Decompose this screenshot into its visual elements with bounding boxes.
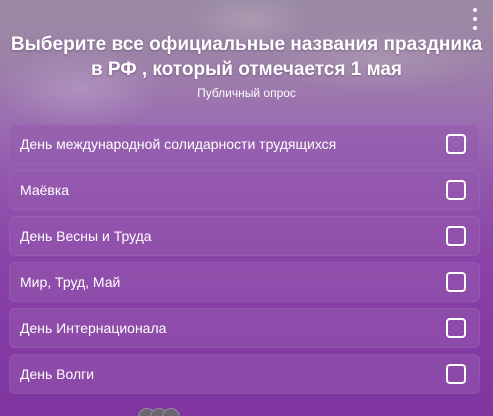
avatar <box>162 408 180 416</box>
poll-option-label: День Весны и Труда <box>20 228 152 244</box>
checkbox-empty-icon[interactable] <box>446 134 466 154</box>
poll-option[interactable]: День Интернационала <box>9 308 480 348</box>
poll-option[interactable]: Мир, Труд, Май <box>9 262 480 302</box>
menu-dot <box>473 17 477 21</box>
poll-option[interactable]: День Волги <box>9 354 480 394</box>
checkbox-empty-icon[interactable] <box>446 180 466 200</box>
checkbox-empty-icon[interactable] <box>446 318 466 338</box>
poll-option-label: День международной солидарности трудящих… <box>20 136 337 152</box>
poll-option-label: День Волги <box>20 366 95 382</box>
menu-dot <box>473 8 477 12</box>
poll-option[interactable]: День Весны и Труда <box>9 216 480 256</box>
poll-option[interactable]: Маёвка <box>9 170 480 210</box>
checkbox-empty-icon[interactable] <box>446 226 466 246</box>
poll-question: Выберите все официальные названия праздн… <box>10 34 483 80</box>
poll-option[interactable]: День международной солидарности трудящих… <box>9 124 480 164</box>
poll-options-list: День международной солидарности трудящих… <box>9 124 480 400</box>
poll-option-label: День Интернационала <box>20 320 167 336</box>
more-vertical-icon[interactable] <box>468 8 482 30</box>
voter-avatars <box>138 408 194 416</box>
menu-dot <box>473 26 477 30</box>
checkbox-empty-icon[interactable] <box>446 364 466 384</box>
poll-option-label: Маёвка <box>20 182 70 198</box>
poll-type-label: Публичный опрос <box>197 86 296 100</box>
checkbox-empty-icon[interactable] <box>446 272 466 292</box>
poll-option-label: Мир, Труд, Май <box>20 274 121 290</box>
poll-screen: Выберите все официальные названия праздн… <box>0 0 493 416</box>
